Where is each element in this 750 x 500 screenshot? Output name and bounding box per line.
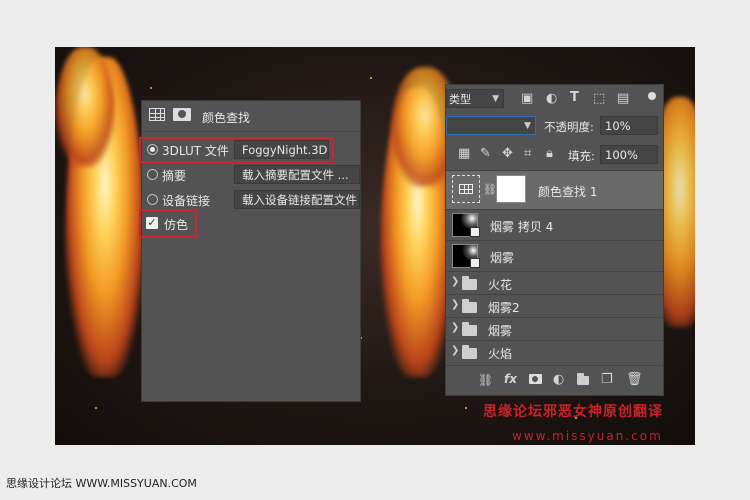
watermark-url: www.missyuan.com bbox=[512, 429, 663, 443]
adjustment-layer-icon bbox=[452, 175, 480, 203]
lock-artboard-icon[interactable]: ⌗ bbox=[524, 147, 531, 161]
layer-group-sparks[interactable]: ❯ 火花 bbox=[446, 271, 663, 294]
label-device-link: 设备链接 bbox=[162, 194, 211, 208]
mask-icon[interactable] bbox=[529, 374, 542, 384]
layer-name: 烟雾 拷贝 4 bbox=[490, 220, 554, 234]
folder-icon bbox=[462, 345, 477, 359]
layer-name: 烟雾 bbox=[488, 324, 513, 338]
filter-kind-label: 类型 bbox=[449, 93, 471, 106]
properties-title: 颜色查找 bbox=[202, 111, 251, 125]
watermark-text: 思缘论坛邪恶女神原创翻译 bbox=[483, 404, 663, 420]
highlight-dither bbox=[139, 209, 197, 238]
spark bbox=[465, 407, 467, 409]
chevron-right-icon[interactable]: ❯ bbox=[451, 276, 459, 287]
chevron-right-icon[interactable]: ❯ bbox=[451, 345, 459, 356]
abstract-profile-select[interactable]: 载入摘要配置文件 ... bbox=[234, 165, 360, 184]
radio-abstract[interactable] bbox=[147, 169, 158, 180]
layer-name: 烟雾 bbox=[490, 251, 515, 265]
spark bbox=[150, 87, 152, 89]
chevron-down-icon: ▼ bbox=[492, 94, 499, 104]
group-icon[interactable] bbox=[577, 373, 589, 385]
layer-group-smoke-2[interactable]: ❯ 烟雾2 bbox=[446, 294, 663, 317]
fx-icon[interactable]: fx bbox=[504, 372, 517, 386]
lock-position-icon[interactable]: ✥ bbox=[502, 147, 513, 161]
spark bbox=[95, 407, 97, 409]
type-filter-icon[interactable]: T bbox=[570, 91, 579, 105]
layers-footer-toolbar: ⛓ fx ◐ ❐ 🗑︎ bbox=[446, 365, 663, 394]
smart-object-badge bbox=[470, 258, 480, 268]
properties-header: 颜色查找 bbox=[142, 101, 360, 132]
link-icon[interactable]: ⛓ bbox=[478, 373, 493, 387]
lock-transparency-icon[interactable]: ▦ bbox=[458, 147, 470, 161]
chevron-down-icon: ▼ bbox=[524, 121, 531, 131]
chevron-right-icon[interactable]: ❯ bbox=[451, 322, 459, 333]
layer-name: 火焰 bbox=[488, 347, 513, 361]
chain-link-icon[interactable]: ⛓ bbox=[483, 183, 497, 197]
spark bbox=[370, 77, 372, 79]
lock-image-icon[interactable]: ✎ bbox=[480, 147, 491, 161]
layer-name: 烟雾2 bbox=[488, 301, 520, 315]
layer-row-smoke[interactable]: 烟雾 bbox=[446, 240, 663, 271]
device-link-select[interactable]: 载入设备链接配置文件 bbox=[234, 190, 360, 209]
blend-mode-select[interactable]: ▼ bbox=[446, 116, 536, 135]
label-abstract: 摘要 bbox=[162, 169, 187, 183]
adjustment-filter-icon[interactable]: ◐ bbox=[546, 92, 557, 106]
opacity-label: 不透明度: bbox=[544, 120, 594, 134]
layers-panel: 类型 ▼ ▣ ◐ T ⬚ ▤ ▼ 不透明度: 10% ▦ ✎ ✥ ⌗ 🔒︎ 填充… bbox=[445, 84, 664, 396]
fill-input[interactable]: 100% bbox=[600, 145, 658, 164]
flame-left-top bbox=[55, 47, 115, 167]
layer-name: 火花 bbox=[488, 278, 513, 292]
folder-icon bbox=[462, 299, 477, 313]
filter-toggle-icon[interactable] bbox=[648, 92, 656, 100]
adjustment-icon[interactable]: ◐ bbox=[553, 373, 564, 387]
lookup-grid-icon bbox=[149, 108, 165, 121]
radio-device-link[interactable] bbox=[147, 194, 158, 205]
folder-icon bbox=[462, 276, 477, 290]
smart-object-badge bbox=[470, 227, 480, 237]
filter-kind-select[interactable]: 类型 ▼ bbox=[446, 89, 504, 108]
fill-label: 填充: bbox=[568, 149, 595, 163]
mask-icon[interactable] bbox=[173, 108, 191, 121]
layer-group-smoke[interactable]: ❯ 烟雾 bbox=[446, 317, 663, 340]
shape-filter-icon[interactable]: ⬚ bbox=[593, 92, 605, 106]
lock-all-icon[interactable]: 🔒︎ bbox=[546, 147, 553, 161]
layer-mask-thumbnail[interactable] bbox=[496, 175, 526, 203]
new-layer-icon[interactable]: ❐ bbox=[601, 373, 613, 387]
layer-name: 颜色查找 1 bbox=[538, 185, 598, 199]
smart-object-filter-icon[interactable]: ▤ bbox=[617, 92, 629, 106]
chevron-right-icon[interactable]: ❯ bbox=[451, 299, 459, 310]
image-filter-icon[interactable]: ▣ bbox=[521, 92, 533, 106]
layer-row-color-lookup[interactable]: ⛓ 颜色查找 1 bbox=[446, 170, 663, 209]
highlight-3dlut bbox=[139, 137, 334, 163]
layer-row-smoke-copy-4[interactable]: 烟雾 拷贝 4 bbox=[446, 209, 663, 240]
trash-icon[interactable]: 🗑︎ bbox=[626, 373, 643, 387]
opacity-input[interactable]: 10% bbox=[600, 116, 658, 135]
layer-group-flames[interactable]: ❯ 火焰 bbox=[446, 340, 663, 363]
folder-icon bbox=[462, 322, 477, 336]
site-footer: 思缘设计论坛 WWW.MISSYUAN.COM bbox=[6, 477, 197, 490]
